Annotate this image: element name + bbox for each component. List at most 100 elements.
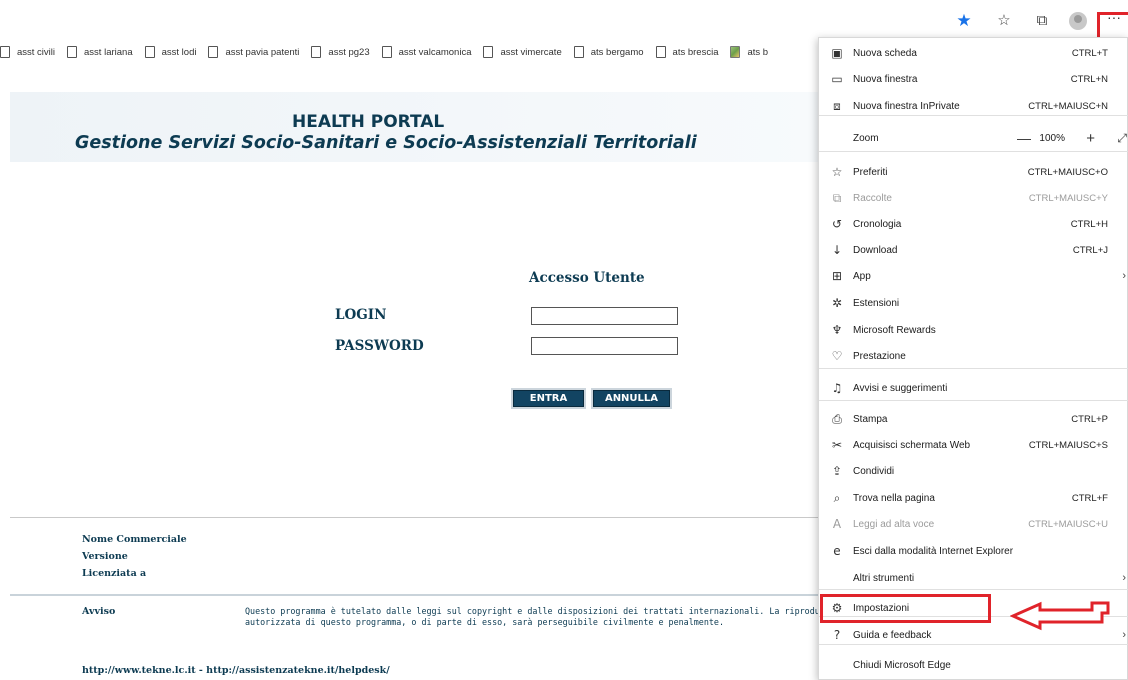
login-field[interactable]: [531, 307, 678, 325]
menu-item-cronologia[interactable]: ↺ Cronologia CTRL+H: [819, 211, 1128, 237]
menu-item-shortcut: CTRL+T: [1071, 47, 1108, 59]
bookmark-item[interactable]: ats b: [730, 40, 768, 64]
menu-item-label: Nuova scheda: [853, 47, 917, 59]
page-icon: [208, 46, 219, 58]
bookmark-label: asst vimercate: [500, 46, 562, 58]
new-tab-icon: ▣: [831, 46, 843, 60]
menu-item-download[interactable]: ↓ Download CTRL+J: [819, 237, 1128, 263]
menu-item-trova-nella-pagina[interactable]: ⌕ Trova nella pagina CTRL+F: [819, 485, 1128, 511]
menu-item-preferiti[interactable]: ☆ Preferiti CTRL+MAIUSC+O: [819, 159, 1128, 185]
browser-toolbar: ★ ☆ ⧉ ···: [0, 0, 1128, 36]
bookmarks-bar: asst civili asst lariana asst lodi asst pav…: [0, 40, 840, 64]
collections-icon[interactable]: ⧉: [1031, 10, 1053, 32]
new-window-icon: ▭: [831, 72, 843, 86]
bookmark-item[interactable]: asst civili: [0, 40, 55, 64]
bookmark-item[interactable]: asst pg23: [311, 40, 370, 64]
menu-item-chiudi-microsoft-edge[interactable]: Chiudi Microsoft Edge: [819, 652, 1128, 678]
menu-item-shortcut: CTRL+N: [1070, 73, 1108, 85]
bookmark-label: ats bergamo: [590, 46, 644, 58]
favorites-icon: ☆: [831, 165, 843, 179]
notice-text: Questo programma è tutelato dalle leggi …: [245, 606, 823, 628]
menu-item-esci-dalla-modalit-internet-explorer[interactable]: e Esci dalla modalità Internet Explorer: [819, 538, 1128, 564]
zoom-out-button[interactable]: —: [1017, 130, 1031, 146]
bell-icon: ♫: [831, 381, 843, 395]
bookmark-item[interactable]: asst valcamonica: [381, 40, 472, 64]
bookmark-item[interactable]: asst lariana: [67, 40, 133, 64]
web-capture-icon: ✂: [831, 438, 843, 452]
bookmark-label: asst civili: [17, 46, 56, 58]
meta-version: Versione: [82, 551, 128, 562]
divider: [10, 517, 820, 518]
page-icon: [311, 46, 322, 58]
password-field[interactable]: [531, 337, 678, 355]
star-icon[interactable]: ★: [953, 10, 975, 32]
menu-item-condividi[interactable]: ⇪ Condividi: [819, 458, 1128, 484]
bookmark-label: asst pg23: [328, 46, 370, 58]
extensions-icon: ✲: [831, 296, 843, 310]
bookmark-label: asst valcamonica: [398, 46, 472, 58]
menu-item-microsoft-rewards[interactable]: ♆ Microsoft Rewards: [819, 317, 1128, 343]
menu-separator: [819, 151, 1128, 152]
menu-item-prestazione[interactable]: ♡ Prestazione: [819, 343, 1128, 369]
menu-item-label: Esci dalla modalità Internet Explorer: [853, 545, 1014, 557]
menu-item-app[interactable]: ⊞ App ›: [819, 263, 1128, 289]
menu-item-altri-strumenti[interactable]: Altri strumenti ›: [819, 565, 1128, 591]
menu-item-label: Raccolte: [853, 192, 892, 204]
menu-item-label: Leggi ad alta voce: [853, 518, 935, 530]
rewards-icon: ♆: [831, 323, 843, 337]
notice-line: Questo programma è tutelato dalle leggi …: [245, 606, 823, 616]
fullscreen-icon[interactable]: ⤢: [1117, 131, 1127, 146]
menu-item-nuova-finestra-inprivate[interactable]: ⧈ Nuova finestra InPrivate CTRL+MAIUSC+N: [819, 93, 1128, 119]
menu-item-shortcut: CTRL+MAIUSC+O: [1027, 166, 1108, 178]
zoom-in-button[interactable]: +: [1086, 130, 1095, 147]
image-icon: [730, 46, 741, 58]
download-icon: ↓: [831, 243, 843, 257]
menu-item-raccolte[interactable]: ⧉ Raccolte CTRL+MAIUSC+Y: [819, 185, 1128, 211]
menu-item-shortcut: CTRL+P: [1071, 413, 1108, 425]
menu-item-zoom[interactable]: Zoom — 100% + ⤢: [819, 125, 1128, 151]
notice-label: Avviso: [82, 606, 116, 617]
cancel-button[interactable]: ANNULLA: [591, 388, 672, 409]
menu-item-leggi-ad-alta-voce[interactable]: A Leggi ad alta voce CTRL+MAIUSC+U: [819, 511, 1128, 537]
menu-item-acquisisci-schermata-web[interactable]: ✂ Acquisisci schermata Web CTRL+MAIUSC+S: [819, 432, 1128, 458]
bookmark-item[interactable]: asst lodi: [144, 40, 197, 64]
menu-item-avvisi-e-suggerimenti[interactable]: ♫ Avvisi e suggerimenti: [819, 375, 1128, 401]
bookmark-item[interactable]: asst vimercate: [483, 40, 562, 64]
page-icon: [0, 46, 10, 58]
menu-item-nuova-scheda[interactable]: ▣ Nuova scheda CTRL+T: [819, 40, 1128, 66]
profile-avatar[interactable]: [1069, 12, 1087, 30]
bookmark-item[interactable]: ats bergamo: [573, 40, 644, 64]
favorites-icon[interactable]: ☆: [993, 10, 1015, 32]
performance-icon: ♡: [831, 349, 843, 363]
page-icon: [381, 46, 392, 58]
menu-item-label: Avvisi e suggerimenti: [853, 382, 948, 394]
bookmark-item[interactable]: asst pavia patenti: [208, 40, 299, 64]
menu-item-nuova-finestra[interactable]: ▭ Nuova finestra CTRL+N: [819, 66, 1128, 92]
bookmark-label: ats b: [747, 46, 769, 58]
find-icon: ⌕: [833, 490, 841, 505]
print-icon: ⎙: [832, 411, 842, 426]
menu-item-label: Microsoft Rewards: [853, 324, 936, 336]
bookmark-label: asst lariana: [84, 46, 133, 58]
menu-item-estensioni[interactable]: ✲ Estensioni: [819, 290, 1128, 316]
meta-licensed-to: Licenziata a: [82, 568, 147, 579]
menu-item-shortcut: CTRL+MAIUSC+U: [1028, 518, 1108, 530]
footer-links[interactable]: http://www.tekne.lc.it - http://assisten…: [82, 665, 390, 676]
menu-item-label: Zoom: [853, 132, 879, 144]
history-icon: ↺: [831, 217, 843, 231]
menu-item-label: Altri strumenti: [853, 572, 915, 584]
menu-item-shortcut: CTRL+J: [1072, 244, 1108, 256]
menu-item-label: App: [853, 270, 871, 282]
menu-item-label: Download: [853, 244, 898, 256]
divider: [10, 594, 820, 596]
menu-item-stampa[interactable]: ⎙ Stampa CTRL+P: [819, 406, 1128, 432]
bookmark-label: asst lodi: [161, 46, 197, 58]
apps-icon: ⊞: [831, 269, 843, 283]
enter-button[interactable]: ENTRA: [511, 388, 586, 409]
menu-item-label: Nuova finestra InPrivate: [853, 100, 960, 112]
bookmark-item[interactable]: ats brescia: [655, 40, 718, 64]
page-title: HEALTH PORTAL: [292, 112, 445, 132]
page-icon: [655, 46, 666, 58]
share-icon: ⇪: [831, 464, 843, 478]
menu-item-label: Prestazione: [853, 350, 906, 362]
